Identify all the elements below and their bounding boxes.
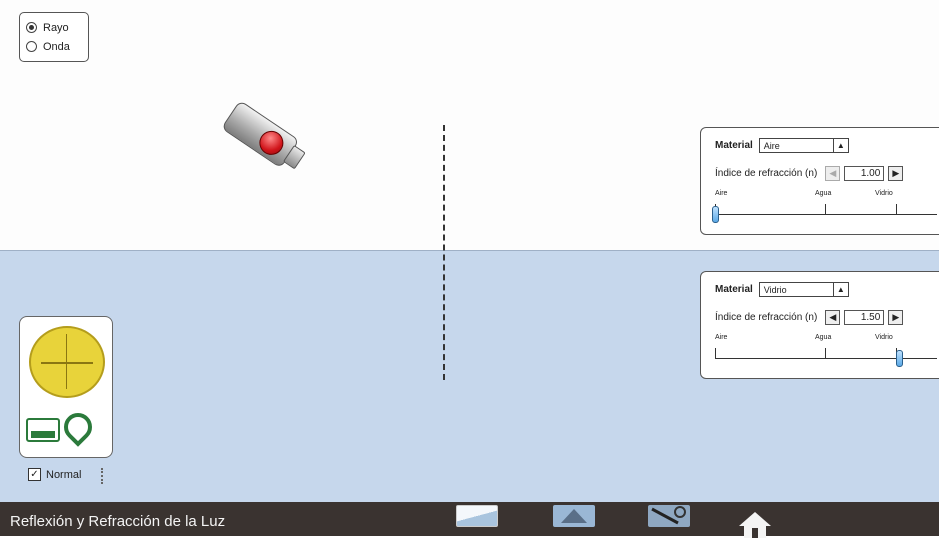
mode-selector: Rayo Onda (19, 12, 89, 62)
slider-tick (825, 204, 826, 214)
ray-label: Rayo (43, 21, 69, 34)
more-tools-tab-icon (648, 505, 690, 527)
bottom-material-panel: Material Vidrio ▲ Índice de refracción (… (700, 271, 939, 379)
index-slider-track[interactable] (715, 214, 937, 215)
index-slider-track[interactable] (715, 358, 937, 359)
app-title: Reflexión y Refracción de la Luz (10, 513, 226, 530)
index-slider-thumb[interactable] (712, 206, 719, 223)
increment-arrow-icon[interactable]: ▶ (888, 310, 904, 325)
ray-radio[interactable] (26, 22, 37, 33)
meter-probe-icon[interactable] (58, 407, 98, 447)
home-button[interactable] (735, 510, 775, 538)
material-value: Aire (763, 140, 780, 151)
index-label: Índice de refracción (n) (715, 168, 818, 179)
normal-line (443, 125, 445, 380)
home-icon[interactable] (735, 510, 775, 538)
drag-handle (101, 468, 103, 484)
tick-label-glass: Vidrio (875, 334, 893, 341)
protractor-icon[interactable] (29, 326, 105, 398)
tab-more-tools[interactable] (648, 505, 690, 535)
material-value: Vidrio (763, 284, 787, 295)
tick-label-air: Aire (715, 334, 728, 341)
ray-option[interactable]: Rayo (26, 18, 82, 37)
wave-label: Onda (43, 40, 70, 53)
decrement-arrow-icon[interactable]: ◀ (825, 310, 841, 325)
slider-tick (825, 348, 826, 358)
material-label: Material (715, 284, 753, 295)
tick-label-glass: Vidrio (875, 190, 893, 197)
material-combo[interactable]: Aire ▲ (758, 138, 849, 153)
increment-arrow-icon[interactable]: ▶ (888, 166, 904, 181)
combo-arrow-icon[interactable]: ▲ (832, 283, 848, 296)
toolbox (19, 316, 113, 458)
tick-label-water: Agua (815, 334, 832, 341)
decrement-arrow-icon[interactable]: ◀ (825, 166, 841, 181)
material-combo[interactable]: Vidrio ▲ (758, 282, 849, 297)
tab-intro[interactable] (456, 505, 498, 535)
top-material-panel: Material Aire ▲ Índice de refracción (n)… (700, 127, 939, 235)
normal-label: Normal (46, 468, 82, 481)
intensity-meter-icon[interactable] (26, 418, 60, 442)
tick-label-air: Aire (715, 190, 728, 197)
intro-tab-icon (456, 505, 498, 527)
checkmark-icon[interactable]: ✓ (28, 468, 41, 481)
tick-label-water: Agua (815, 190, 832, 197)
combo-arrow-icon[interactable]: ▲ (832, 139, 848, 152)
index-value[interactable]: 1.00 (844, 166, 885, 181)
wave-option[interactable]: Onda (26, 37, 82, 56)
prisms-tab-icon (553, 505, 595, 527)
slider-tick (896, 204, 897, 214)
material-label: Material (715, 140, 753, 151)
tab-prisms[interactable] (553, 505, 595, 535)
index-value[interactable]: 1.50 (844, 310, 885, 325)
index-label: Índice de refracción (n) (715, 312, 818, 323)
wave-radio[interactable] (26, 41, 37, 52)
navigation-bar: Reflexión y Refracción de la Luz (0, 502, 939, 538)
normal-checkbox[interactable]: ✓ Normal (28, 468, 81, 481)
index-slider-thumb[interactable] (896, 350, 904, 367)
slider-tick (715, 348, 716, 358)
